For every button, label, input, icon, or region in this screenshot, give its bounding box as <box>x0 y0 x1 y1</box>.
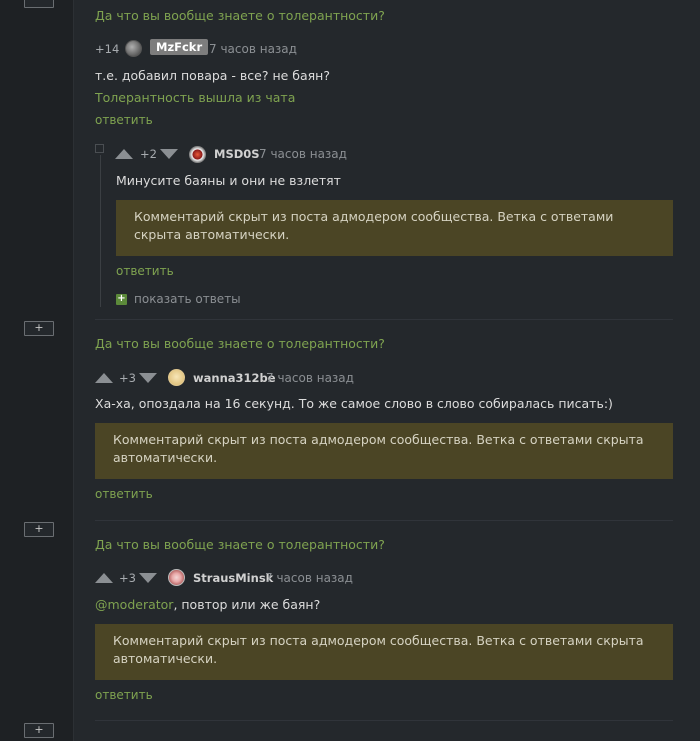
collapse-thread-button[interactable]: − <box>24 0 54 8</box>
upvote-arrow-icon[interactable] <box>95 573 113 583</box>
comment-text: Минусите баяны и они не взлетят <box>116 173 341 188</box>
collapse-branch-button[interactable] <box>95 144 104 153</box>
reply-link[interactable]: ответить <box>95 688 153 702</box>
reply-link[interactable]: ответить <box>116 264 174 278</box>
comment-signature: Толерантность вышла из чата <box>95 90 296 105</box>
author-name[interactable]: StrausMinsk <box>193 571 273 585</box>
author-name[interactable]: wanna312be <box>193 371 276 385</box>
comment-rating: +3 <box>119 371 136 385</box>
comment-time[interactable]: 7 часов назад <box>265 571 353 585</box>
comment-time[interactable]: 7 часов назад <box>209 42 297 56</box>
author-badge[interactable]: MzFckr <box>150 39 209 55</box>
mention-link[interactable]: @moderator <box>95 597 173 612</box>
reply-link[interactable]: ответить <box>95 113 153 127</box>
expand-thread-button[interactable]: + <box>24 321 54 336</box>
comment-text: т.е. добавил повара - все? не баян? <box>95 68 330 83</box>
divider <box>95 319 673 320</box>
avatar[interactable] <box>125 40 142 57</box>
author-name[interactable]: MzFckr <box>150 39 209 55</box>
expand-thread-button[interactable]: + <box>24 522 54 537</box>
downvote-arrow-icon[interactable] <box>139 573 157 583</box>
upvote-arrow-icon[interactable] <box>115 149 133 159</box>
downvote-arrow-icon[interactable] <box>160 149 178 159</box>
comment-text: @moderator, повтор или же баян? <box>95 597 320 612</box>
plus-icon[interactable]: + <box>116 294 127 305</box>
avatar[interactable] <box>189 146 206 163</box>
divider <box>95 520 673 521</box>
reply-link[interactable]: ответить <box>95 487 153 501</box>
avatar[interactable] <box>168 369 185 386</box>
divider <box>95 720 673 721</box>
hidden-comment-notice: Комментарий скрыт из поста адмодером соо… <box>116 200 673 256</box>
comment-text-body: , повтор или же баян? <box>173 597 321 612</box>
left-rail <box>0 0 74 741</box>
post-link[interactable]: Да что вы вообще знаете о толерантности? <box>95 8 385 23</box>
expand-thread-button[interactable]: + <box>24 723 54 738</box>
downvote-arrow-icon[interactable] <box>139 373 157 383</box>
comment-time[interactable]: 7 часов назад <box>259 147 347 161</box>
post-link[interactable]: Да что вы вообще знаете о толерантности? <box>95 537 385 552</box>
comment-text: Ха-ха, опоздала на 16 секунд. То же само… <box>95 396 613 411</box>
comment-rating: +14 <box>95 42 120 56</box>
author-name[interactable]: MSD0S <box>214 147 260 161</box>
comment-time[interactable]: 7 часов назад <box>266 371 354 385</box>
show-replies-link[interactable]: показать ответы <box>134 292 241 306</box>
post-link[interactable]: Да что вы вообще знаете о толерантности? <box>95 336 385 351</box>
avatar[interactable] <box>168 569 185 586</box>
comment-rating: +3 <box>119 571 136 585</box>
hidden-comment-notice: Комментарий скрыт из поста адмодером соо… <box>95 624 673 680</box>
hidden-comment-notice: Комментарий скрыт из поста адмодером соо… <box>95 423 673 479</box>
thread-line <box>100 155 101 307</box>
upvote-arrow-icon[interactable] <box>95 373 113 383</box>
comment-rating: +2 <box>140 147 157 161</box>
